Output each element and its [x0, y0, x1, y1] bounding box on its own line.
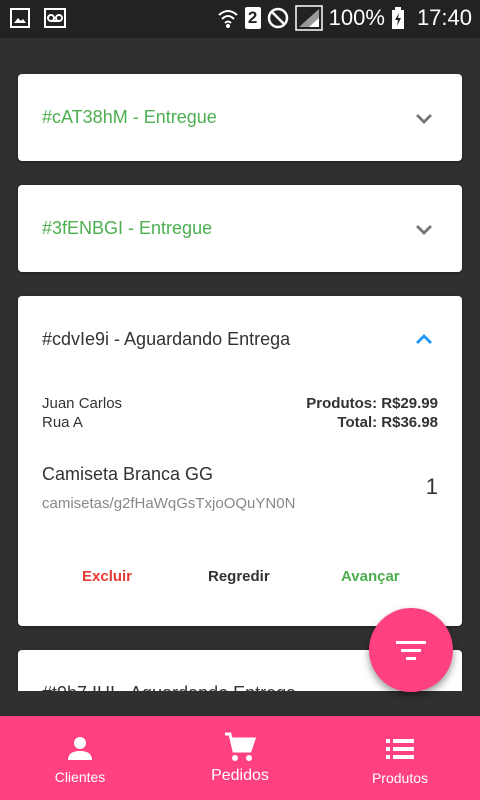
order-title: #cAT38hM - Entregue	[42, 107, 217, 127]
do-not-disturb-icon	[267, 7, 288, 29]
order-title: #3fENBGI - Entregue	[42, 218, 213, 238]
bottom-navigation: Clientes Pedidos Produtos	[0, 716, 480, 800]
item-name: Camiseta Branca GG	[42, 464, 214, 484]
nav-item-clientes[interactable]: Clientes	[0, 716, 160, 800]
list-icon	[386, 739, 414, 759]
order-card-header[interactable]: #cAT38hM - Entregue	[18, 74, 462, 161]
customer-address: Rua A	[42, 414, 83, 431]
orders-list[interactable]: #cAT38hM - Entregue #3fENBGI - Entregue …	[0, 38, 480, 691]
sort-fab-button[interactable]	[369, 608, 453, 692]
chevron-up-icon[interactable]	[414, 330, 434, 350]
chevron-down-icon[interactable]	[414, 219, 434, 239]
nav-item-produtos[interactable]: Produtos	[320, 716, 480, 800]
advance-button[interactable]: Avançar	[341, 568, 400, 585]
nav-item-pedidos[interactable]: Pedidos	[160, 716, 320, 800]
order-title: #t9h7 IHI - Aguardando Entrega	[42, 683, 296, 691]
regress-button[interactable]: Regredir	[208, 568, 270, 585]
nav-label: Clientes	[54, 769, 106, 785]
nav-label: Pedidos	[211, 767, 269, 784]
order-details: Juan Carlos Produtos: R$29.99 Rua A Tota…	[42, 394, 438, 432]
order-total: Total: R$36.98	[337, 414, 438, 431]
nav-label: Produtos	[371, 770, 429, 786]
order-card[interactable]: #3fENBGI - Entregue	[18, 185, 462, 272]
signal-icon	[294, 5, 323, 31]
voicemail-icon	[44, 8, 66, 28]
delete-button[interactable]: Excluir	[82, 568, 132, 585]
person-icon	[68, 737, 92, 760]
order-card-expanded[interactable]: #cdvIe9i - Aguardando Entrega Juan Carlo…	[18, 296, 462, 626]
chevron-down-icon[interactable]	[414, 108, 434, 128]
image-notification-icon	[10, 8, 30, 28]
order-title: #cdvIe9i - Aguardando Entrega	[42, 329, 291, 349]
status-bar: 2 100% 17:40	[0, 0, 480, 38]
sim-slot-icon: 2	[244, 7, 261, 29]
battery-percent: 100%	[328, 5, 385, 30]
item-quantity: 1	[425, 474, 438, 499]
order-card-header[interactable]: #cdvIe9i - Aguardando Entrega	[18, 296, 462, 383]
item-sku: camisetas/g2fHaWqGsTxjoOQuYN0N	[42, 495, 296, 512]
products-subtotal: Produtos: R$29.99	[306, 395, 438, 412]
cart-icon	[225, 732, 257, 761]
sort-icon	[396, 641, 426, 660]
order-actions: Excluir Regredir Avançar	[18, 568, 462, 588]
customer-name: Juan Carlos	[42, 395, 123, 412]
wifi-icon	[217, 10, 238, 28]
order-card[interactable]: #cAT38hM - Entregue	[18, 74, 462, 161]
order-card-header[interactable]: #3fENBGI - Entregue	[18, 185, 462, 272]
clock: 17:40	[416, 5, 472, 30]
battery-charging-icon	[391, 7, 404, 29]
